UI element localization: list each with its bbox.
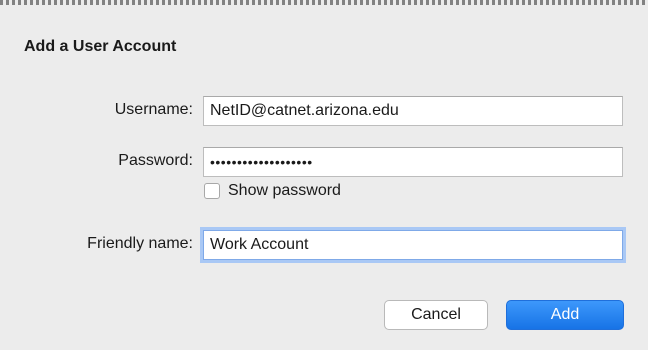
cropped-text-remnant [0, 0, 648, 5]
password-field[interactable]: ••••••••••••••••••• [203, 147, 623, 177]
show-password-label: Show password [228, 182, 341, 199]
username-field[interactable]: NetID@catnet.arizona.edu [203, 96, 623, 126]
add-user-account-dialog: Add a User Account Username: NetID@catne… [0, 6, 648, 350]
username-label: Username: [114, 101, 193, 118]
password-value: ••••••••••••••••••• [210, 154, 313, 170]
cancel-button[interactable]: Cancel [384, 300, 488, 330]
friendly-name-field[interactable]: Work Account [203, 230, 623, 260]
add-button[interactable]: Add [506, 300, 624, 330]
dialog-title: Add a User Account [24, 38, 177, 55]
friendly-name-label: Friendly name: [87, 235, 193, 252]
friendly-name-value: Work Account [210, 236, 309, 253]
show-password-option[interactable]: Show password [204, 182, 341, 200]
show-password-checkbox[interactable] [204, 183, 220, 199]
password-label: Password: [118, 152, 193, 169]
username-value: NetID@catnet.arizona.edu [210, 102, 399, 119]
